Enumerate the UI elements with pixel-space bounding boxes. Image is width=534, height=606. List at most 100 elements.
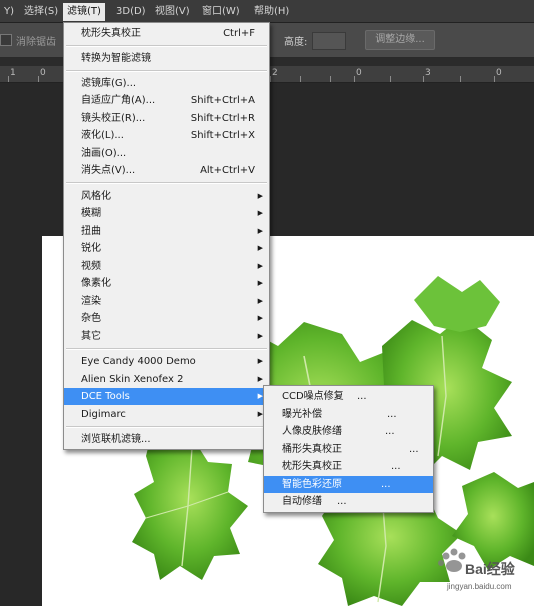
menu-item-label: 模糊 <box>81 208 101 219</box>
menu-item-noise[interactable]: 杂色 ▶ <box>64 310 269 327</box>
ruler-number: 0 <box>496 68 502 78</box>
menu-item-ellipsis: ... <box>387 409 397 420</box>
submenu-item-pincushion-correction[interactable]: 枕形失真校正 ... <box>264 458 433 475</box>
menu-3d[interactable]: 3D(D) <box>112 4 150 20</box>
menu-item-label: 视频 <box>81 261 101 272</box>
menu-item-label: 自动修缮 <box>282 496 322 507</box>
height-field[interactable] <box>312 32 346 50</box>
watermark-text: Bai经验 <box>465 561 515 577</box>
ruler-tick <box>270 76 271 82</box>
filter-menu: 枕形失真校正 Ctrl+F 转换为智能滤镜 滤镜库(G)... 自适应广角(A)… <box>63 22 270 450</box>
ruler-number: 2 <box>272 68 278 78</box>
menu-item-last-filter[interactable]: 枕形失真校正 Ctrl+F <box>64 25 269 42</box>
menu-window[interactable]: 窗口(W) <box>198 4 244 20</box>
ruler-tick <box>390 76 391 82</box>
menu-item-label: 液化(L)... <box>81 130 124 141</box>
menu-item-distort[interactable]: 扭曲 ▶ <box>64 223 269 240</box>
menu-item-shortcut: Ctrl+F <box>223 28 255 39</box>
menu-item-label: 像素化 <box>81 278 111 289</box>
menu-item-label: CCD噪点修复 <box>282 391 344 402</box>
menu-item-oil-paint[interactable]: 油画(O)... <box>64 145 269 162</box>
watermark-subtext: jingyan.baidu.com <box>447 582 512 591</box>
menu-view[interactable]: 视图(V) <box>151 4 194 20</box>
height-label: 高度: <box>284 37 308 48</box>
menu-item-browse-online[interactable]: 浏览联机滤镜... <box>64 431 269 448</box>
ruler-tick <box>354 76 355 82</box>
menu-item-shortcut: Shift+Ctrl+R <box>190 113 255 124</box>
ruler-tick <box>300 76 301 82</box>
menu-item-label: 枕形失真校正 <box>282 461 342 472</box>
menu-filter[interactable]: 滤镜(T) <box>63 3 105 21</box>
submenu-item-ccd-noise[interactable]: CCD噪点修复 ... <box>264 388 433 405</box>
menu-item-filter-gallery[interactable]: 滤镜库(G)... <box>64 75 269 92</box>
menu-item-label: Eye Candy 4000 Demo <box>81 356 196 367</box>
ruler-number: 1 <box>10 68 16 78</box>
submenu-item-exposure[interactable]: 曝光补偿 ... <box>264 406 433 423</box>
menu-item-render[interactable]: 渲染 ▶ <box>64 293 269 310</box>
menu-select[interactable]: 选择(S) <box>20 4 62 20</box>
menu-item-stylize[interactable]: 风格化 ▶ <box>64 188 269 205</box>
menu-item-digimarc[interactable]: Digimarc ▶ <box>64 406 269 423</box>
submenu-arrow-icon: ▶ <box>257 192 263 200</box>
menu-item-lens-correction[interactable]: 镜头校正(R)... Shift+Ctrl+R <box>64 110 269 127</box>
menu-item-sharpen[interactable]: 锐化 ▶ <box>64 240 269 257</box>
menu-separator <box>66 45 267 47</box>
ruler-tick <box>494 76 495 82</box>
submenu-arrow-icon: ▶ <box>257 357 263 365</box>
menu-item-label: 桶形失真校正 <box>282 444 342 455</box>
menu-item-label: 渲染 <box>81 296 101 307</box>
menu-separator <box>66 426 267 428</box>
menu-bar: Y) 选择(S) 滤镜(T) 3D(D) 视图(V) 窗口(W) 帮助(H) <box>0 0 534 23</box>
ruler-number: 3 <box>425 68 431 78</box>
ruler-tick <box>330 76 331 82</box>
menu-item-shortcut: Alt+Ctrl+V <box>200 165 255 176</box>
submenu-item-smart-color[interactable]: 智能色彩还原 ... <box>264 476 433 493</box>
menu-item-label: 浏览联机滤镜... <box>81 434 151 445</box>
menu-item-label: 风格化 <box>81 191 111 202</box>
menu-item-label: 自适应广角(A)... <box>81 95 156 106</box>
submenu-item-auto-repair[interactable]: 自动修缮 ... <box>264 493 433 510</box>
menu-item-label: 滤镜库(G)... <box>81 78 137 89</box>
menu-item-ellipsis: ... <box>385 426 395 437</box>
menu-item-ellipsis: ... <box>381 479 391 490</box>
submenu-arrow-icon: ▶ <box>257 314 263 322</box>
submenu-arrow-icon: ▶ <box>257 227 263 235</box>
menu-item-video[interactable]: 视频 ▶ <box>64 258 269 275</box>
menu-item-label: 智能色彩还原 <box>282 479 342 490</box>
ruler-tick <box>423 76 424 82</box>
menu-item-label: 转换为智能滤镜 <box>81 53 151 64</box>
menu-item-convert-smart-filter[interactable]: 转换为智能滤镜 <box>64 50 269 67</box>
ruler-tick <box>38 76 39 82</box>
menu-item-other[interactable]: 其它 ▶ <box>64 328 269 345</box>
ruler-number: 0 <box>356 68 362 78</box>
menu-item-vanishing-point[interactable]: 消失点(V)... Alt+Ctrl+V <box>64 162 269 179</box>
submenu-arrow-icon: ▶ <box>257 244 263 252</box>
refine-edge-button[interactable]: 调整边缘... <box>365 30 435 50</box>
menu-item-label: 杂色 <box>81 313 101 324</box>
menu-item-alien-skin[interactable]: Alien Skin Xenofex 2 ▶ <box>64 371 269 388</box>
menu-item-adaptive-wide-angle[interactable]: 自适应广角(A)... Shift+Ctrl+A <box>64 92 269 109</box>
submenu-arrow-icon: ▶ <box>257 279 263 287</box>
antialias-checkbox[interactable] <box>0 34 12 46</box>
menu-item-label: 油画(O)... <box>81 148 127 159</box>
menu-separator <box>66 182 267 184</box>
menu-item-ellipsis: ... <box>409 444 419 455</box>
submenu-item-skin-repair[interactable]: 人像皮肤修缮 ... <box>264 423 433 440</box>
submenu-item-barrel-correction[interactable]: 桶形失真校正 ... <box>264 441 433 458</box>
menu-item-blur[interactable]: 模糊 ▶ <box>64 205 269 222</box>
menu-item-label: 枕形失真校正 <box>81 28 141 39</box>
ruler-tick <box>8 76 9 82</box>
submenu-arrow-icon: ▶ <box>257 209 263 217</box>
menu-item-ellipsis: ... <box>357 391 367 402</box>
menu-item-label: 扭曲 <box>81 226 101 237</box>
ruler-tick <box>460 76 461 82</box>
menu-item-ellipsis: ... <box>391 461 401 472</box>
menu-item-label: 曝光补偿 <box>282 409 322 420</box>
menu-edit[interactable]: Y) <box>0 4 18 20</box>
menu-item-dce-tools[interactable]: DCE Tools ▶ <box>64 388 269 405</box>
menu-item-liquify[interactable]: 液化(L)... Shift+Ctrl+X <box>64 127 269 144</box>
menu-item-label: 其它 <box>81 331 101 342</box>
menu-help[interactable]: 帮助(H) <box>250 4 293 20</box>
menu-item-eye-candy[interactable]: Eye Candy 4000 Demo ▶ <box>64 353 269 370</box>
menu-item-pixelate[interactable]: 像素化 ▶ <box>64 275 269 292</box>
